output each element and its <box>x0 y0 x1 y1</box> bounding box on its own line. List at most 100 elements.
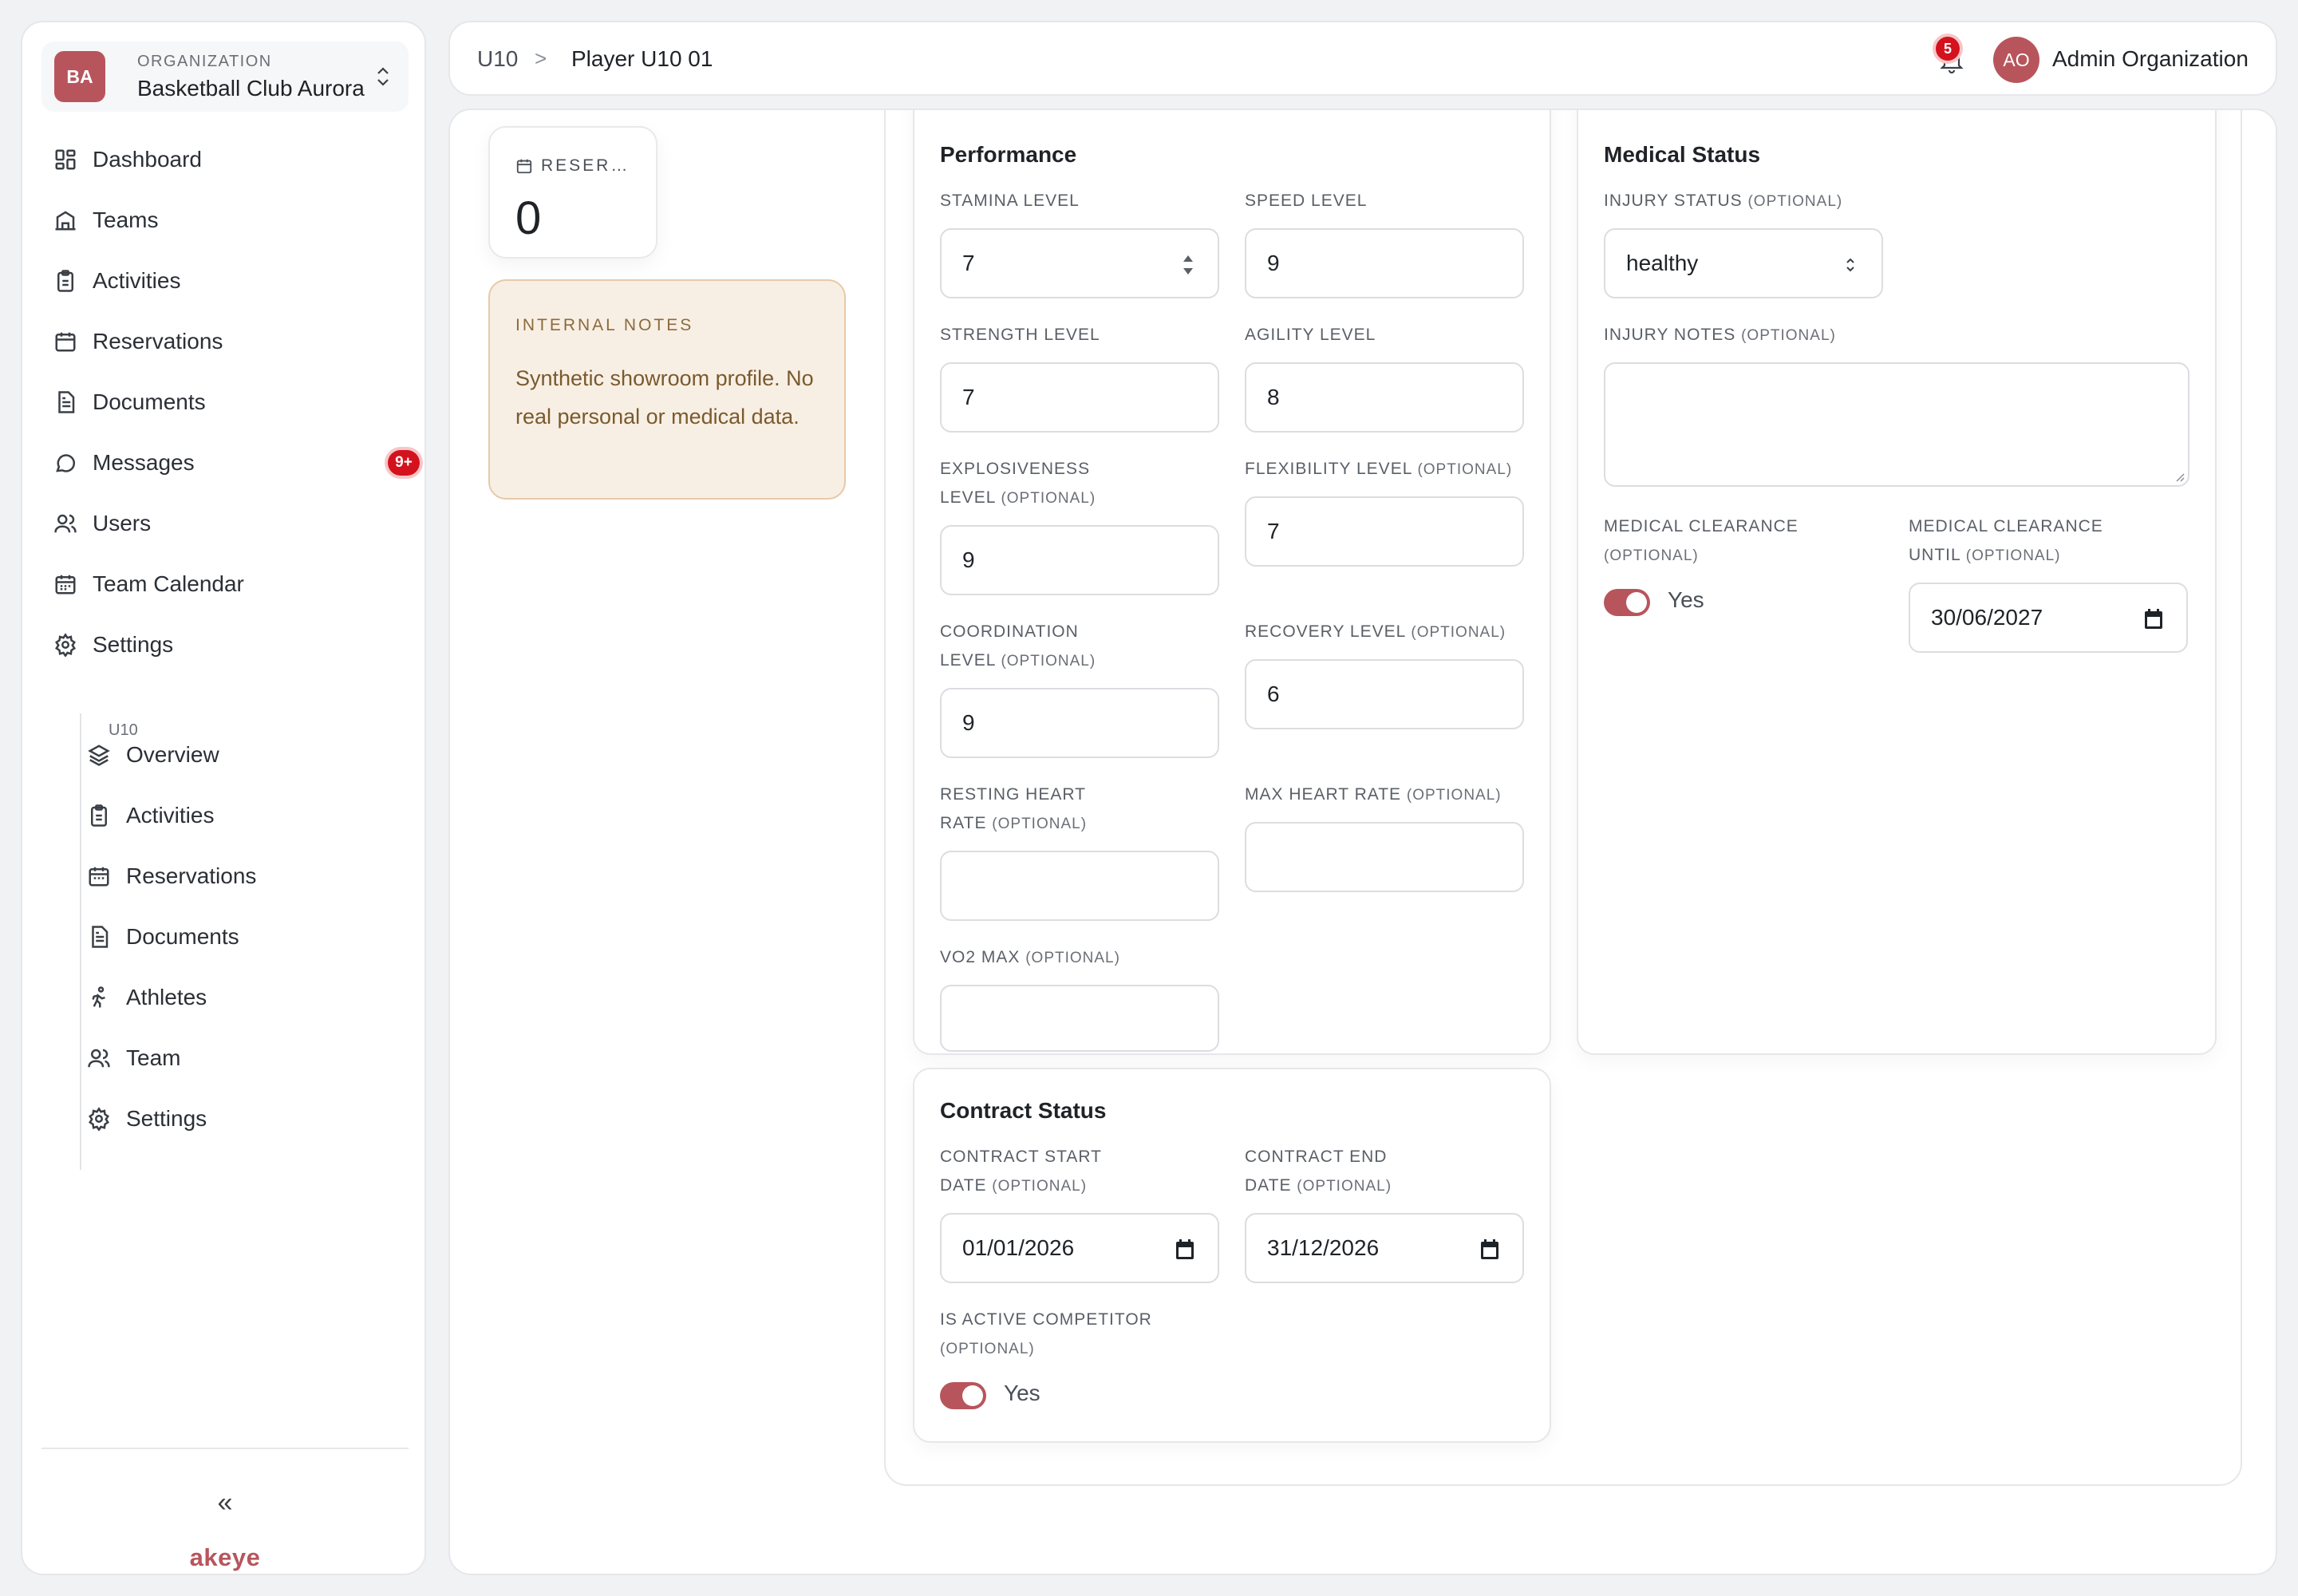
calendar-icon[interactable] <box>2143 608 2164 630</box>
contract-start-input[interactable]: 01/01/2026 <box>940 1213 1219 1283</box>
sidebar-item-team-calendar[interactable]: Team Calendar <box>53 562 420 606</box>
optional-tag: (OPTIONAL) <box>1297 1178 1392 1195</box>
calendar-icon[interactable] <box>1479 1238 1500 1261</box>
sidebar-item-label: Messages <box>93 450 195 475</box>
stamina-input[interactable]: 7 <box>940 228 1219 298</box>
performance-title: Performance <box>940 142 1077 167</box>
topbar: U10 > Player U10 01 5 AO Admin Organizat… <box>448 21 2277 96</box>
document-icon <box>53 389 78 415</box>
sidebar-item-documents[interactable]: Documents <box>53 380 420 425</box>
flexibility-input[interactable]: 7 <box>1245 496 1524 567</box>
speed-label: SPEED LEVEL <box>1245 187 1532 215</box>
sidebar-item-label: Team Calendar <box>93 571 244 596</box>
medical-clearance-until-label: MEDICAL CLEARANCE UNTIL (OPTIONAL) <box>1909 512 2132 571</box>
optional-tag: (OPTIONAL) <box>1406 787 1502 804</box>
input-value: 6 <box>1267 681 1280 706</box>
injury-status-select[interactable]: healthy <box>1604 228 1883 298</box>
medical-clearance-until-input[interactable]: 30/06/2027 <box>1909 583 2188 653</box>
reservations-stat-card: RESER… 0 <box>488 126 657 259</box>
sidebar-item-users[interactable]: Users <box>53 501 420 546</box>
stat-label: RESER… <box>515 156 630 176</box>
organization-switcher[interactable]: BA ORGANIZATION Basketball Club Aurora <box>41 41 409 112</box>
gear-icon <box>53 632 78 658</box>
contract-end-input[interactable]: 31/12/2026 <box>1245 1213 1524 1283</box>
vo2-max-label: VO2 MAX (OPTIONAL) <box>940 943 1227 973</box>
calendar-icon <box>86 863 112 889</box>
recovery-input[interactable]: 6 <box>1245 659 1524 729</box>
medical-clearance-toggle[interactable] <box>1604 589 1650 616</box>
subnav-item-activities[interactable]: Activities <box>86 793 214 838</box>
input-value: 9 <box>962 710 975 735</box>
resting-heart-rate-label: RESTING HEART RATE (OPTIONAL) <box>940 780 1131 839</box>
sidebar-item-teams[interactable]: Teams <box>53 198 420 243</box>
optional-tag: (OPTIONAL) <box>1604 547 1699 564</box>
subnav-item-label: Documents <box>126 924 239 949</box>
flexibility-label: FLEXIBILITY LEVEL (OPTIONAL) <box>1245 455 1532 484</box>
active-competitor-toggle-label: Yes <box>1004 1381 1040 1405</box>
input-value: 01/01/2026 <box>962 1235 1075 1260</box>
active-competitor-label: IS ACTIVE COMPETITOR (OPTIONAL) <box>940 1306 1195 1364</box>
message-icon <box>53 450 78 476</box>
strength-input[interactable]: 7 <box>940 362 1219 433</box>
subnav-item-documents[interactable]: Documents <box>86 915 239 959</box>
subnav-item-settings[interactable]: Settings <box>86 1096 207 1141</box>
input-value: 9 <box>1267 251 1280 275</box>
subnav-item-athletes[interactable]: Athletes <box>86 975 207 1020</box>
strength-label: STRENGTH LEVEL <box>940 321 1227 350</box>
subnav-item-overview[interactable]: Overview <box>86 733 219 777</box>
contract-status-card: Contract Status CONTRACT START DATE (OPT… <box>913 1068 1551 1443</box>
injury-notes-textarea[interactable] <box>1604 362 2189 487</box>
notes-text: Synthetic showroom profile. No real pers… <box>515 366 814 429</box>
sidebar-item-messages[interactable]: Messages 9+ <box>53 440 420 485</box>
optional-tag: (OPTIONAL) <box>992 1178 1088 1195</box>
label-text: STAMINA LEVEL <box>940 192 1080 210</box>
input-value: 7 <box>962 385 975 409</box>
brand-logo: akeye <box>189 1543 261 1571</box>
input-value: 31/12/2026 <box>1267 1235 1380 1260</box>
vo2-max-input[interactable] <box>940 985 1219 1052</box>
users-icon <box>86 1045 112 1071</box>
speed-input[interactable]: 9 <box>1245 228 1524 298</box>
coordination-input[interactable]: 9 <box>940 688 1219 758</box>
collapse-sidebar-button[interactable]: « <box>203 1487 247 1519</box>
agility-input[interactable]: 8 <box>1245 362 1524 433</box>
messages-count-badge: 9+ <box>388 450 420 476</box>
org-avatar: BA <box>54 51 105 102</box>
medical-status-card: Medical Status INJURY STATUS (OPTIONAL) … <box>1577 110 2217 1055</box>
sidebar-item-reservations[interactable]: Reservations <box>53 319 420 364</box>
notification-count-badge: 5 <box>1936 37 1960 61</box>
label-text: VO2 MAX <box>940 948 1021 966</box>
sidebar-item-label: Teams <box>93 207 159 232</box>
stamina-label: STAMINA LEVEL <box>940 187 1227 215</box>
sidebar-item-label: Settings <box>93 632 174 657</box>
subnav-divider <box>80 713 81 1170</box>
resize-handle-icon[interactable] <box>2174 471 2185 482</box>
medical-clearance-toggle-label: Yes <box>1668 587 1704 612</box>
breadcrumb-team[interactable]: U10 <box>477 46 518 72</box>
org-name: Basketball Club Aurora <box>137 76 365 101</box>
recovery-label: RECOVERY LEVEL (OPTIONAL) <box>1245 618 1532 647</box>
active-competitor-toggle[interactable] <box>940 1382 986 1409</box>
subnav-item-team[interactable]: Team <box>86 1036 180 1080</box>
subnav-item-label: Reservations <box>126 863 257 888</box>
explosiveness-input[interactable]: 9 <box>940 525 1219 595</box>
select-value: healthy <box>1626 251 1699 275</box>
label-text: IS ACTIVE COMPETITOR <box>940 1310 1152 1329</box>
user-name[interactable]: Admin Organization <box>2052 46 2249 72</box>
calendar-icon[interactable] <box>1175 1238 1195 1261</box>
label-text: INJURY STATUS <box>1604 192 1743 210</box>
sidebar-item-dashboard[interactable]: Dashboard <box>53 137 420 182</box>
notes-title: INTERNAL NOTES <box>515 316 694 334</box>
breadcrumb-player: Player U10 01 <box>571 46 713 71</box>
injury-status-label: INJURY STATUS (OPTIONAL) <box>1604 187 1891 216</box>
avatar[interactable]: AO <box>1993 37 2039 83</box>
subnav-item-reservations[interactable]: Reservations <box>86 854 256 899</box>
resting-heart-rate-input[interactable] <box>940 851 1219 921</box>
document-icon <box>86 924 112 950</box>
max-heart-rate-input[interactable] <box>1245 822 1524 892</box>
subnav-item-label: Activities <box>126 803 215 828</box>
agility-label: AGILITY LEVEL <box>1245 321 1532 350</box>
sidebar-item-settings[interactable]: Settings <box>53 622 420 667</box>
number-stepper-icon[interactable] <box>1181 249 1195 281</box>
sidebar-item-activities[interactable]: Activities <box>53 259 420 303</box>
